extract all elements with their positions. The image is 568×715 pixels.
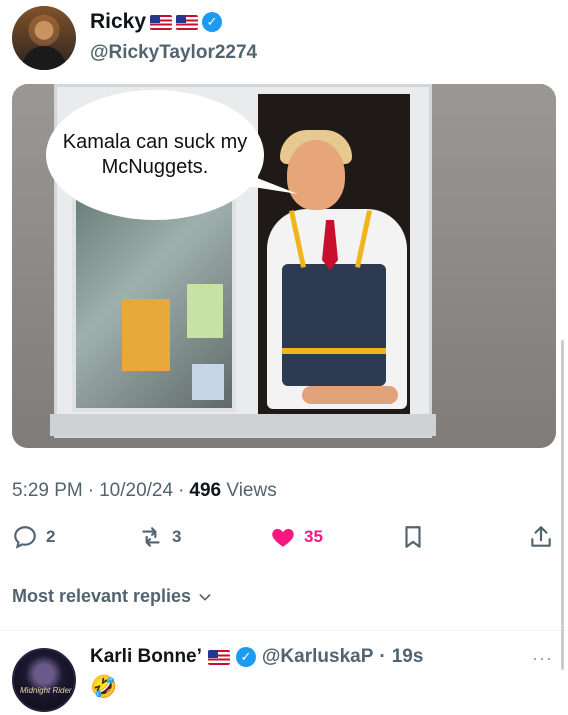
reply-avatar-text: Midnight Rider — [20, 686, 72, 695]
reply-avatar[interactable]: Midnight Rider — [12, 648, 76, 712]
heart-icon — [272, 528, 294, 547]
verified-badge-icon: ✓ — [235, 647, 256, 667]
speech-bubble: Kamala can suck my McNuggets. — [46, 90, 264, 220]
bookmark-icon — [405, 526, 421, 548]
poster — [187, 284, 223, 338]
more-options-icon[interactable]: ··· — [532, 648, 553, 669]
bookmark-button[interactable] — [400, 524, 426, 550]
scrollbar[interactable] — [561, 340, 564, 670]
person-head — [287, 140, 345, 210]
person-hands — [302, 386, 398, 404]
like-count: 35 — [304, 527, 323, 546]
author-name-row: Ricky ✓ — [90, 10, 223, 34]
tweet-date[interactable]: 10/20/24 — [99, 480, 173, 501]
divider — [0, 630, 568, 631]
author-avatar[interactable] — [12, 6, 76, 70]
replies-sort-dropdown[interactable]: Most relevant replies — [12, 586, 213, 607]
speech-bubble-text: Kamala can suck my McNuggets. — [62, 131, 248, 178]
like-button[interactable]: 35 — [270, 524, 323, 550]
reply-count: 2 — [46, 527, 56, 546]
author-handle[interactable]: @RickyTaylor2274 — [90, 42, 257, 64]
retweet-count: 3 — [172, 527, 182, 546]
us-flag-icon — [176, 14, 199, 30]
reply-author-name[interactable]: Karli Bonne’ — [90, 646, 202, 668]
poster — [122, 299, 170, 371]
reply-author-handle[interactable]: @KarluskaP — [262, 646, 373, 668]
share-icon — [531, 526, 551, 547]
views-label: Views — [226, 480, 277, 501]
author-display-name[interactable]: Ricky — [90, 10, 146, 34]
poster — [192, 364, 224, 400]
apron-stripe — [282, 348, 386, 354]
us-flag-icon — [207, 649, 230, 665]
person-apron — [282, 264, 386, 386]
verified-badge-icon: ✓ — [202, 12, 223, 32]
reply-header: Karli Bonne’ ✓ @KarluskaP · 19s — [90, 646, 423, 668]
replies-sort-label: Most relevant replies — [12, 586, 192, 606]
us-flag-icon — [150, 14, 173, 30]
retweet-icon — [142, 527, 160, 547]
share-button[interactable] — [528, 524, 554, 550]
reply-button[interactable]: 2 — [12, 524, 55, 550]
views-count: 496 — [189, 480, 222, 501]
reply-text: 🤣 — [90, 674, 118, 699]
retweet-button[interactable]: 3 — [138, 524, 181, 550]
chevron-down-icon — [199, 593, 211, 600]
tweet-actions: 2 3 35 — [12, 524, 558, 558]
tweet-time[interactable]: 5:29 PM — [12, 480, 83, 501]
reply-time[interactable]: 19s — [392, 646, 424, 668]
reply-dot: · — [379, 646, 386, 667]
tweet-header: Ricky ✓ @RickyTaylor2274 — [12, 6, 552, 74]
tweet-image[interactable]: Kamala can suck my McNuggets. — [12, 84, 556, 448]
window-sill — [50, 414, 436, 436]
reply-icon — [14, 526, 36, 549]
tweet-meta: 5:29 PM · 10/20/24 · 496 Views — [12, 480, 277, 501]
